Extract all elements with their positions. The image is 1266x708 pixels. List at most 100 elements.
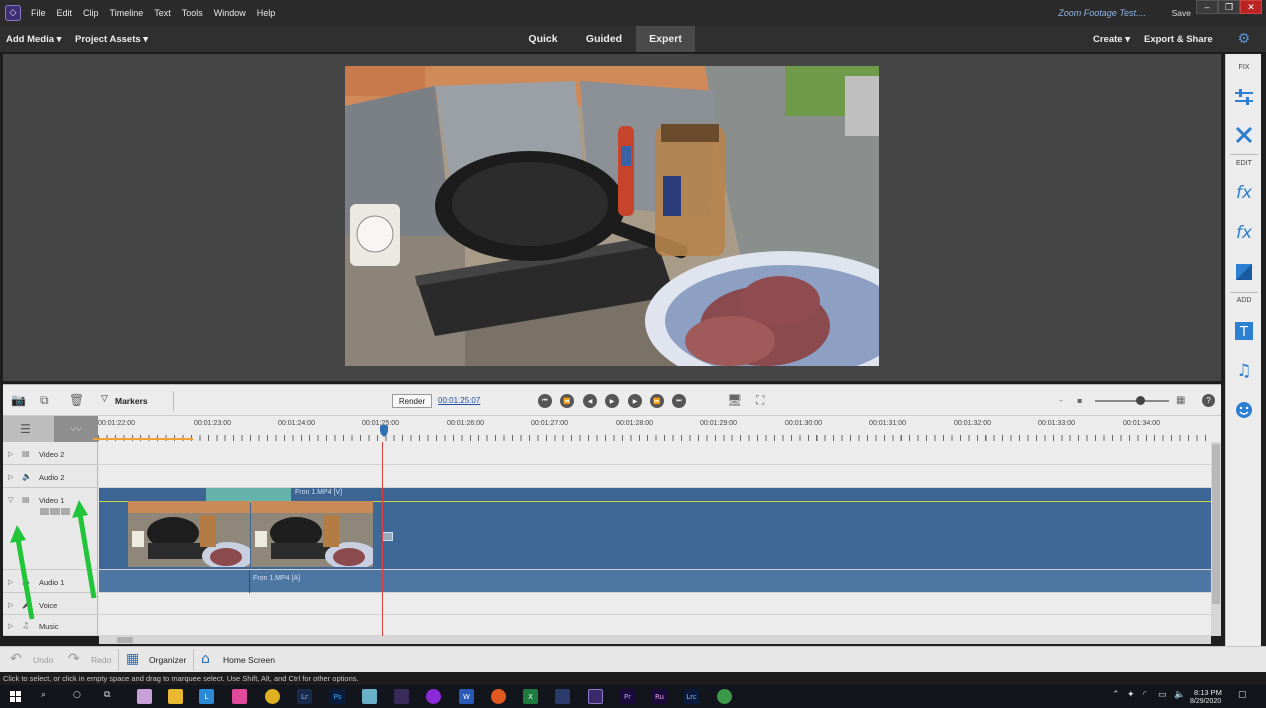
tray-chevron-icon[interactable]: ⌃ [1112, 690, 1120, 700]
restore-icon[interactable]: ❐ [1218, 0, 1240, 14]
clock-date[interactable]: 8/29/2020 [1190, 698, 1221, 705]
dropbox-icon[interactable]: ✦ [1127, 690, 1135, 700]
scrollbar-thumb[interactable] [1212, 444, 1220, 604]
redo-button[interactable]: Redo [91, 655, 111, 665]
cortana-icon[interactable]: ○ [73, 690, 81, 700]
camera-icon[interactable]: 📷 [11, 393, 26, 407]
time-ruler[interactable]: ☰ 〰 00:01:22:00 00:01:23:00 00:01:24:00 … [3, 415, 1221, 442]
track-view-buttons[interactable] [40, 508, 70, 515]
menu-clip[interactable]: Clip [83, 8, 99, 18]
clip-thumbnail[interactable] [128, 501, 250, 567]
lightroom-l-icon[interactable]: L [199, 689, 214, 704]
lightroom-classic-icon[interactable]: Lrc [684, 689, 699, 704]
track-lane-voice[interactable] [99, 593, 1211, 615]
work-area-bar[interactable] [93, 438, 193, 440]
notifications-icon[interactable]: ▢ [1238, 690, 1247, 700]
zoom-slider[interactable] [1095, 400, 1169, 402]
app-icon[interactable] [362, 689, 377, 704]
lightroom-icon[interactable]: Lr [297, 689, 312, 704]
playhead-handle-icon[interactable] [380, 425, 388, 437]
undo-icon[interactable]: ↶ [10, 651, 22, 667]
step-back-icon[interactable]: ◀ [583, 394, 597, 408]
tab-guided[interactable]: Guided [576, 26, 632, 52]
track-lane-audio1[interactable]: Fron 1.MP4 [A] [99, 570, 1211, 593]
app-icon[interactable] [555, 689, 570, 704]
menu-help[interactable]: Help [257, 8, 276, 18]
premiere-rush-icon[interactable]: Ru [652, 689, 667, 704]
app-icon[interactable] [491, 689, 506, 704]
track-settings-icon[interactable]: ☰ [9, 420, 42, 438]
copy-icon[interactable]: ⧉ [40, 393, 49, 408]
premiere-elements-organizer-icon[interactable] [394, 689, 409, 704]
home-icon[interactable]: ⌂ [201, 651, 210, 667]
track-header-video2[interactable]: ▷ ▤ Video 2 [3, 442, 98, 465]
music-note-icon[interactable]: ♫ [1232, 360, 1256, 382]
monitor-icon[interactable]: 🖥 [727, 393, 742, 407]
applied-effects-icon[interactable]: fx [1232, 182, 1256, 204]
zoom-small-icon[interactable]: ▪ [1077, 396, 1082, 405]
collapse-arrow-icon[interactable]: ▽ [8, 496, 13, 504]
add-media-button[interactable]: Add Media ▾ [6, 34, 61, 45]
track-lane-video2[interactable] [99, 442, 1211, 465]
app-icon[interactable] [717, 689, 732, 704]
timecode-display[interactable]: 00:01:25:07 [438, 396, 480, 405]
fast-forward-icon[interactable]: ⏩ [650, 394, 664, 408]
photoshop-icon[interactable]: Ps [330, 689, 345, 704]
vertical-scrollbar[interactable] [1211, 442, 1221, 636]
undo-button[interactable]: Undo [33, 655, 53, 665]
word-icon[interactable]: W [459, 689, 474, 704]
fx-badge-icon[interactable] [382, 532, 393, 541]
volume-icon[interactable]: 🔈 [1174, 690, 1185, 700]
file-explorer-icon[interactable] [168, 689, 183, 704]
export-share-button[interactable]: Export & Share [1144, 34, 1213, 45]
battery-icon[interactable]: ▭ [1158, 690, 1167, 700]
tab-quick[interactable]: Quick [516, 26, 570, 52]
menu-text[interactable]: Text [154, 8, 171, 18]
tools-icon[interactable] [1232, 124, 1256, 146]
zoom-slider-thumb[interactable] [1136, 396, 1145, 405]
trash-icon[interactable]: 🗑 [69, 393, 84, 407]
project-assets-button[interactable]: Project Assets ▾ [75, 34, 148, 45]
track-lane-audio2[interactable] [99, 465, 1211, 488]
go-to-end-icon[interactable]: ⏭ [672, 394, 686, 408]
help-icon[interactable]: ? [1202, 394, 1215, 407]
search-icon[interactable]: ⌕ [41, 690, 46, 700]
clip-header-bar[interactable]: Fron 1.MP4 [V] [99, 488, 1211, 502]
app-icon[interactable] [426, 689, 441, 704]
expand-arrow-icon[interactable]: ▷ [8, 450, 13, 458]
organizer-button[interactable]: Organizer [149, 655, 186, 665]
audio-waveform-icon[interactable]: 〰 [54, 416, 98, 442]
track-lane-music[interactable] [99, 615, 1211, 636]
track-header-audio2[interactable]: ▷ 🔈 Audio 2 [3, 465, 98, 488]
zoom-out-icon[interactable]: – [1059, 396, 1063, 405]
premiere-pro-icon[interactable]: Pr [620, 689, 635, 704]
minimize-icon[interactable]: – [1196, 0, 1218, 14]
menu-window[interactable]: Window [214, 8, 246, 18]
clip-thumbnail[interactable] [251, 501, 373, 567]
expand-arrow-icon[interactable]: ▷ [8, 473, 13, 481]
redo-icon[interactable]: ↷ [68, 651, 80, 667]
gear-icon[interactable]: ⚙ [1237, 31, 1250, 47]
menu-file[interactable]: File [31, 8, 46, 18]
windows-start-icon[interactable] [10, 691, 21, 702]
graphics-icon[interactable] [1232, 399, 1256, 421]
adjustments-icon[interactable] [1232, 86, 1256, 108]
excel-icon[interactable]: X [523, 689, 538, 704]
photos-app-icon[interactable] [232, 689, 247, 704]
menu-edit[interactable]: Edit [57, 8, 73, 18]
horizontal-scrollbar[interactable] [99, 636, 1211, 644]
step-forward-icon[interactable]: ▶ [628, 394, 642, 408]
expand-arrow-icon[interactable]: ▷ [8, 622, 13, 630]
close-icon[interactable]: ✕ [1240, 0, 1262, 14]
render-button[interactable]: Render [392, 394, 432, 408]
menu-timeline[interactable]: Timeline [110, 8, 144, 18]
scrollbar-thumb[interactable] [117, 637, 133, 643]
chrome-icon[interactable] [265, 689, 280, 704]
rewind-icon[interactable]: ⏪ [560, 394, 574, 408]
video-preview[interactable] [345, 66, 879, 366]
titles-icon[interactable]: T [1232, 320, 1256, 342]
go-to-start-icon[interactable]: ⏮ [538, 394, 552, 408]
create-button[interactable]: Create ▾ [1093, 34, 1130, 45]
premiere-elements-icon[interactable] [588, 689, 603, 704]
menu-tools[interactable]: Tools [182, 8, 203, 18]
